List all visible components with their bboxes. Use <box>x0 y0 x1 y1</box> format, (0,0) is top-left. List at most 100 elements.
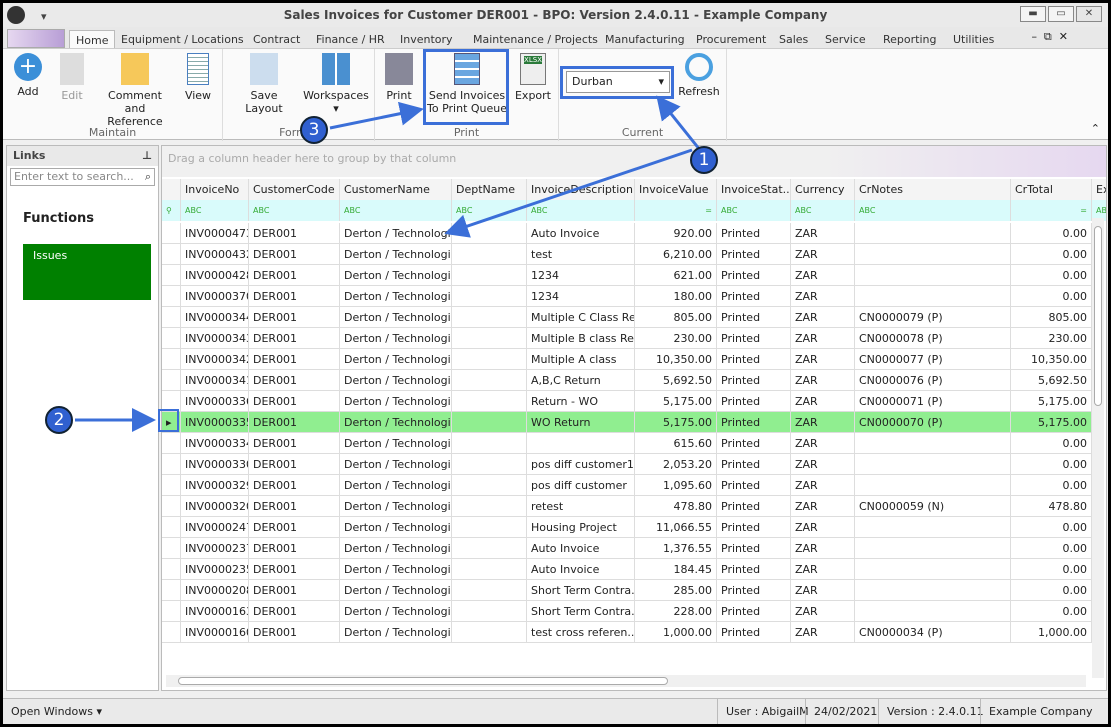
grid-cell[interactable]: Derton / Technologi... <box>340 601 452 622</box>
grid-cell[interactable] <box>452 223 527 244</box>
grid-cell[interactable]: INV0000163 <box>181 601 249 622</box>
row-indicator[interactable] <box>162 517 181 538</box>
grid-cell[interactable]: 2,053.20 <box>635 454 717 475</box>
grid-cell[interactable]: Derton / Technologi... <box>340 391 452 412</box>
grid-cell[interactable] <box>452 328 527 349</box>
filter-cell[interactable]: ABC <box>791 200 855 221</box>
comment-reference-button[interactable]: Comment and Reference <box>98 53 172 128</box>
grid-cell[interactable]: 0.00 <box>1011 223 1092 244</box>
grid-cell[interactable]: 0.00 <box>1011 244 1092 265</box>
grid-cell[interactable]: Printed <box>717 601 791 622</box>
row-indicator[interactable] <box>162 307 181 328</box>
table-row[interactable]: INV0000247 DER001 Derton / Technologi... Ho… <box>162 517 1092 538</box>
workspaces-button[interactable]: Workspaces ▾ <box>303 53 369 115</box>
tab-contract[interactable]: Contract <box>247 30 306 49</box>
grid-cell[interactable]: Derton / Technologi... <box>340 433 452 454</box>
grid-cell[interactable]: 6,210.00 <box>635 244 717 265</box>
grid-cell[interactable]: 1,376.55 <box>635 538 717 559</box>
grid-cell[interactable]: 621.00 <box>635 265 717 286</box>
grid-cell[interactable]: Derton / Technologi... <box>340 412 452 433</box>
row-indicator[interactable] <box>162 391 181 412</box>
horizontal-scrollbar[interactable] <box>166 675 1086 687</box>
grid-cell[interactable]: 478.80 <box>635 496 717 517</box>
table-row[interactable]: INV0000341 DER001 Derton / Technologi... A,… <box>162 370 1092 391</box>
grid-cell[interactable]: Printed <box>717 538 791 559</box>
minimize-button[interactable]: ▬ <box>1020 6 1046 22</box>
grid-cell[interactable]: Auto Invoice <box>527 559 635 580</box>
collapse-ribbon-icon[interactable]: ⌃ <box>1091 122 1100 135</box>
row-indicator[interactable] <box>162 580 181 601</box>
grid-cell[interactable] <box>452 349 527 370</box>
grid-cell[interactable]: WO Return <box>527 412 635 433</box>
view-button[interactable]: View <box>181 53 215 102</box>
column-header[interactable]: Exc <box>1092 179 1106 200</box>
tab-finance-hr[interactable]: Finance / HR <box>310 30 391 49</box>
grid-cell[interactable]: DER001 <box>249 349 340 370</box>
grid-cell[interactable]: 5,175.00 <box>1011 412 1092 433</box>
grid-cell[interactable] <box>855 286 1011 307</box>
column-header[interactable]: CustomerCode <box>249 179 340 200</box>
grid-cell[interactable]: 1,095.60 <box>635 475 717 496</box>
filter-cell[interactable]: ABC <box>717 200 791 221</box>
grid-cell[interactable]: ZAR <box>791 412 855 433</box>
table-row[interactable]: INV0000336 DER001 Derton / Technologi... Re… <box>162 391 1092 412</box>
filter-cell[interactable]: = <box>635 200 717 221</box>
issues-tile[interactable]: Issues <box>23 244 151 300</box>
column-header[interactable]: Currency <box>791 179 855 200</box>
grid-cell[interactable]: Printed <box>717 307 791 328</box>
grid-cell[interactable]: Printed <box>717 391 791 412</box>
grid-cell[interactable]: Printed <box>717 622 791 643</box>
grid-cell[interactable]: 0.00 <box>1011 538 1092 559</box>
grid-cell[interactable]: pos diff customer1 <box>527 454 635 475</box>
quick-access-dropdown[interactable]: ▾ <box>41 5 47 29</box>
row-indicator[interactable]: ⚲ <box>162 200 181 221</box>
grid-cell[interactable]: DER001 <box>249 622 340 643</box>
grid-cell[interactable]: 228.00 <box>635 601 717 622</box>
grid-cell[interactable]: test <box>527 244 635 265</box>
grid-cell[interactable]: INV0000344 <box>181 307 249 328</box>
table-row[interactable]: INV0000237 DER001 Derton / Technologi... Au… <box>162 538 1092 559</box>
vertical-scrollbar[interactable] <box>1092 218 1104 678</box>
grid-cell[interactable]: DER001 <box>249 223 340 244</box>
grid-cell[interactable]: Auto Invoice <box>527 538 635 559</box>
grid-cell[interactable]: Printed <box>717 559 791 580</box>
grid-cell[interactable]: DER001 <box>249 244 340 265</box>
grid-cell[interactable]: 1,000.00 <box>1011 622 1092 643</box>
grid-cell[interactable]: DER001 <box>249 433 340 454</box>
grid-cell[interactable]: Printed <box>717 265 791 286</box>
grid-cell[interactable]: Derton / Technologi... <box>340 496 452 517</box>
grid-cell[interactable]: INV0000208 <box>181 580 249 601</box>
row-indicator[interactable] <box>162 244 181 265</box>
grid-cell[interactable]: Derton / Technologi... <box>340 538 452 559</box>
grid-cell[interactable] <box>452 538 527 559</box>
grid-cell[interactable]: Derton / Technologi... <box>340 286 452 307</box>
grid-cell[interactable]: 184.45 <box>635 559 717 580</box>
table-row[interactable]: INV0000329 DER001 Derton / Technologi... po… <box>162 475 1092 496</box>
grid-cell[interactable]: INV0000330 <box>181 454 249 475</box>
grid-cell[interactable]: ZAR <box>791 328 855 349</box>
close-button[interactable]: ✕ <box>1076 6 1102 22</box>
grid-cell[interactable]: ZAR <box>791 391 855 412</box>
row-indicator[interactable] <box>162 328 181 349</box>
row-indicator[interactable] <box>162 559 181 580</box>
grid-cell[interactable]: Derton / Technologi... <box>340 559 452 580</box>
grid-cell[interactable]: DER001 <box>249 391 340 412</box>
grid-cell[interactable]: 5,692.50 <box>635 370 717 391</box>
grid-cell[interactable]: Printed <box>717 580 791 601</box>
grid-cell[interactable]: 920.00 <box>635 223 717 244</box>
grid-cell[interactable]: ZAR <box>791 244 855 265</box>
tab-home[interactable]: Home <box>69 30 116 49</box>
grid-cell[interactable] <box>855 559 1011 580</box>
grid-cell[interactable]: 0.00 <box>1011 559 1092 580</box>
grid-cell[interactable]: INV0000235 <box>181 559 249 580</box>
grid-cell[interactable] <box>452 496 527 517</box>
column-header[interactable]: DeptName <box>452 179 527 200</box>
grid-cell[interactable]: 0.00 <box>1011 517 1092 538</box>
tab-sales[interactable]: Sales <box>773 30 814 49</box>
grid-cell[interactable]: Derton / Technologi... <box>340 370 452 391</box>
grid-cell[interactable]: 615.60 <box>635 433 717 454</box>
grid-cell[interactable]: Derton / Technologi... <box>340 580 452 601</box>
grid-cell[interactable]: Derton / Technologi... <box>340 454 452 475</box>
row-indicator[interactable] <box>162 601 181 622</box>
grid-cell[interactable]: DER001 <box>249 559 340 580</box>
